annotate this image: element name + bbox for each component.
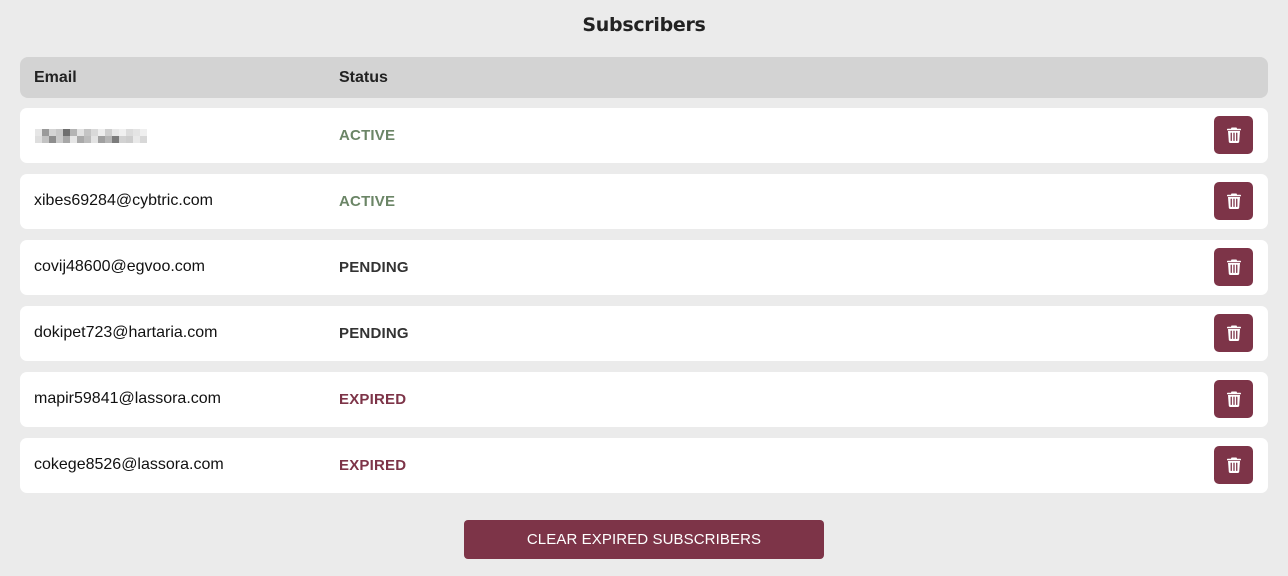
subscriber-email: dokipet723@hartaria.com [34, 324, 218, 341]
delete-subscriber-button[interactable] [1214, 446, 1253, 484]
table-row: covij48600@egvoo.com PENDING [20, 240, 1268, 295]
trash-icon-svg [1226, 259, 1241, 275]
page-title: Subscribers [582, 14, 706, 36]
subscriber-email: xibes69284@cybtric.com [34, 192, 213, 209]
delete-subscriber-button[interactable] [1214, 314, 1253, 352]
trash-icon [1226, 127, 1241, 143]
redacted-email [35, 129, 147, 143]
trash-icon [1226, 259, 1241, 275]
status-badge: PENDING [339, 259, 409, 276]
table-row: mapir59841@lassora.com EXPIRED [20, 372, 1268, 427]
status-badge: EXPIRED [339, 457, 407, 474]
status-badge: PENDING [339, 325, 409, 342]
status-badge: ACTIVE [339, 127, 396, 144]
trash-icon [1226, 193, 1241, 209]
status-badge: ACTIVE [339, 193, 396, 210]
table-row: xibes69284@cybtric.com ACTIVE [20, 174, 1268, 229]
trash-icon-svg [1226, 391, 1241, 407]
delete-subscriber-button[interactable] [1214, 182, 1253, 220]
delete-subscriber-button[interactable] [1214, 248, 1253, 286]
subscribers-page: Subscribers Email Status ACTIVE xibes6928… [0, 0, 1288, 576]
delete-subscriber-button[interactable] [1214, 380, 1253, 418]
table-row: ACTIVE [20, 108, 1268, 163]
table-row: cokege8526@lassora.com EXPIRED [20, 438, 1268, 493]
column-header-status: Status [339, 69, 388, 86]
trash-icon-svg [1226, 325, 1241, 341]
column-header-email: Email [34, 69, 77, 86]
table-header: Email Status [20, 57, 1268, 98]
delete-subscriber-button[interactable] [1214, 116, 1253, 154]
trash-icon-svg [1226, 193, 1241, 209]
trash-icon [1226, 457, 1241, 473]
clear-expired-button[interactable]: CLEAR EXPIRED SUBSCRIBERS [464, 520, 824, 559]
trash-icon-svg [1226, 127, 1241, 143]
trash-icon [1226, 325, 1241, 341]
subscriber-email: covij48600@egvoo.com [34, 258, 206, 275]
trash-icon [1226, 391, 1241, 407]
subscriber-email: cokege8526@lassora.com [34, 456, 224, 473]
subscriber-email: mapir59841@lassora.com [34, 390, 221, 407]
status-badge: EXPIRED [339, 391, 407, 408]
table-row: dokipet723@hartaria.com PENDING [20, 306, 1268, 361]
trash-icon-svg [1226, 457, 1241, 473]
